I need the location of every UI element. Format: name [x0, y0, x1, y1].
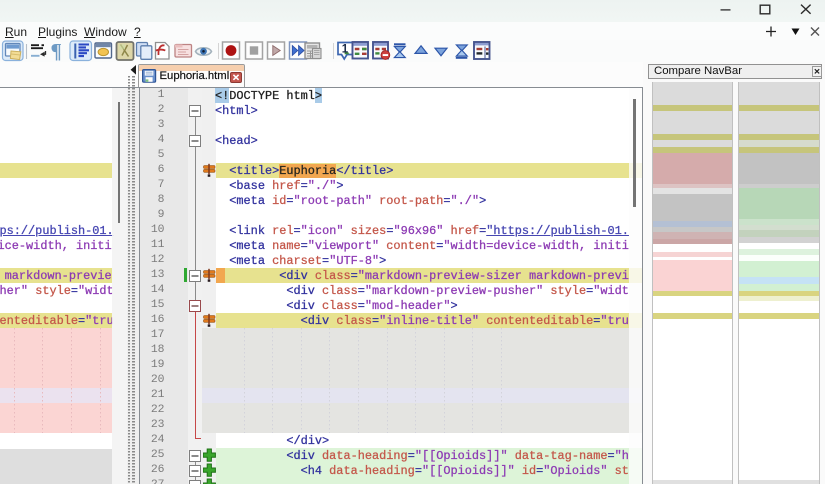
svg-text:¶: ¶ — [51, 40, 62, 62]
